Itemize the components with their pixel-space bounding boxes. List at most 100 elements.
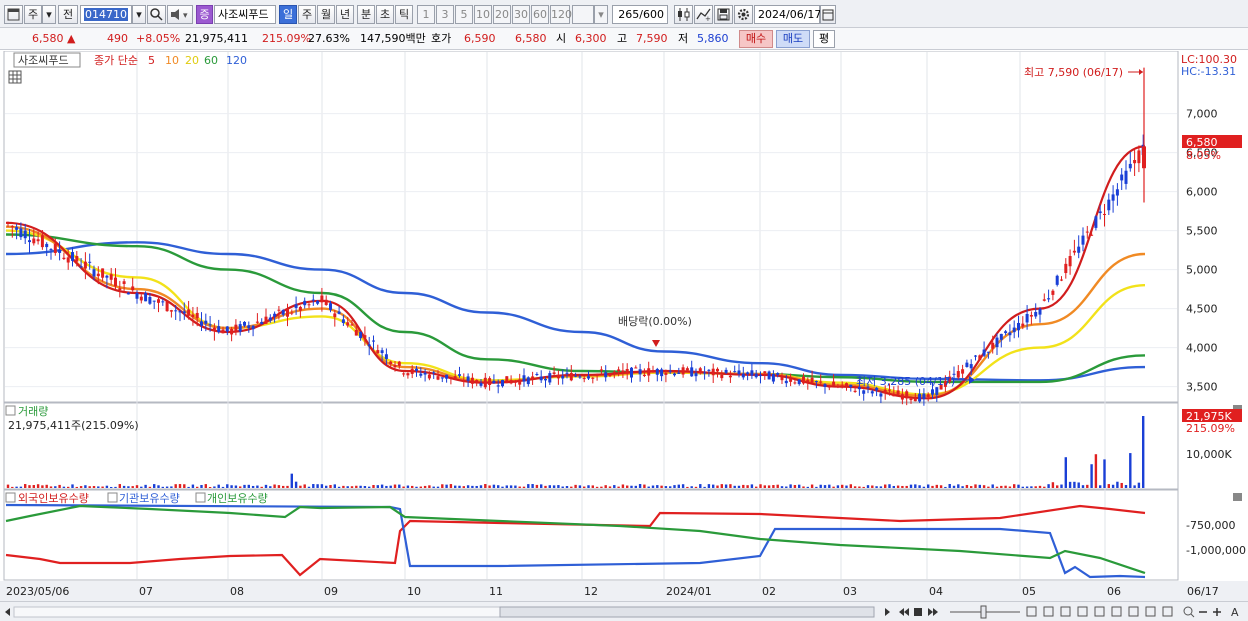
first-page-icon[interactable] bbox=[899, 608, 909, 616]
volume-bar bbox=[802, 486, 805, 488]
evaluate-button[interactable]: 평 bbox=[813, 30, 835, 48]
search-icon[interactable] bbox=[147, 5, 166, 24]
count-field[interactable]: 265/600 bbox=[612, 5, 668, 24]
chart-area[interactable]: 사조씨푸드 종가 단순 5 10 20 60 120 LC:100.30 HC:… bbox=[0, 50, 1248, 601]
legend-individual-checkbox[interactable] bbox=[195, 492, 206, 503]
tab-month[interactable]: 월 bbox=[317, 5, 335, 24]
holdings-close-icon[interactable] bbox=[1233, 493, 1242, 501]
holdings-checkbox[interactable] bbox=[5, 492, 16, 503]
volume-bar bbox=[987, 486, 990, 488]
interval-1[interactable]: 1 bbox=[417, 5, 435, 24]
draw-tool-icon[interactable]: + bbox=[694, 5, 713, 24]
save-icon[interactable] bbox=[714, 5, 733, 24]
candle-icon[interactable] bbox=[674, 5, 693, 24]
stock-code-input[interactable]: 014710 bbox=[80, 5, 132, 24]
volume-bar bbox=[325, 485, 328, 488]
candle-body bbox=[208, 324, 212, 326]
volume-bar bbox=[97, 486, 100, 488]
calendar-icon[interactable] bbox=[820, 5, 836, 24]
speaker-icon[interactable]: ▾ bbox=[167, 5, 193, 24]
volume-bar bbox=[1038, 485, 1042, 488]
candle-body bbox=[651, 371, 655, 373]
volume-bar bbox=[488, 485, 491, 488]
chevron-down-icon[interactable]: ▾ bbox=[42, 5, 56, 24]
volume-bar bbox=[884, 484, 887, 488]
volume-bar bbox=[359, 485, 362, 488]
toolbar: 주 ▾ 전 014710 ▾ ▾ 증 사조씨푸드 일 주 월 년 분 초 틱 1… bbox=[0, 0, 1248, 28]
candle-body bbox=[268, 317, 272, 321]
search-zoom-icon[interactable] bbox=[1183, 606, 1195, 618]
candle-body bbox=[720, 374, 724, 379]
last-page-icon[interactable] bbox=[928, 608, 938, 616]
volume-bar bbox=[251, 485, 255, 488]
interval-60[interactable]: 60 bbox=[531, 5, 549, 24]
candle-body bbox=[810, 377, 814, 383]
holding-tick-2: -1,000,000 bbox=[1186, 544, 1246, 557]
code-dropdown-icon[interactable]: ▾ bbox=[132, 5, 146, 24]
volume-bar bbox=[922, 486, 926, 488]
candle-body bbox=[191, 314, 195, 317]
interval-5[interactable]: 5 bbox=[455, 5, 473, 24]
candle-body bbox=[513, 380, 517, 383]
zoom-in-icon[interactable] bbox=[1213, 608, 1221, 616]
interval-30[interactable]: 30 bbox=[512, 5, 530, 24]
legend-individual: 개인보유수량 bbox=[207, 492, 268, 505]
candle-body bbox=[995, 337, 999, 348]
stock-chart[interactable]: 사조씨푸드 종가 단순 5 10 20 60 120 LC:100.30 HC:… bbox=[0, 50, 1248, 601]
buy-button[interactable]: 매수 bbox=[739, 30, 773, 48]
interval-10[interactable]: 10 bbox=[474, 5, 492, 24]
interval-120[interactable]: 120 bbox=[550, 5, 572, 24]
x-label-4: 10 bbox=[407, 585, 421, 598]
volume-bar bbox=[686, 486, 689, 488]
volume-bar bbox=[36, 484, 40, 488]
tab-second[interactable]: 초 bbox=[376, 5, 394, 24]
candle-body bbox=[539, 376, 543, 381]
font-size-icon[interactable]: A bbox=[1231, 606, 1239, 619]
stop-icon[interactable] bbox=[914, 608, 922, 616]
volume-bar bbox=[746, 485, 749, 488]
volume-bar bbox=[669, 486, 672, 488]
interval-20[interactable]: 20 bbox=[493, 5, 511, 24]
tab-minute[interactable]: 분 bbox=[357, 5, 375, 24]
scroll-left-icon[interactable] bbox=[5, 608, 10, 616]
up-arrow-icon: ▲ bbox=[67, 32, 76, 45]
layout-icons[interactable] bbox=[1026, 606, 1173, 617]
tab-year[interactable]: 년 bbox=[336, 5, 354, 24]
volume-bar bbox=[703, 486, 706, 488]
gear-icon[interactable] bbox=[734, 5, 753, 24]
tab-day[interactable]: 일 bbox=[279, 5, 297, 24]
legend-institution: 기관보유수량 bbox=[119, 492, 180, 505]
interval-custom-field[interactable] bbox=[572, 5, 594, 24]
legend-institution-checkbox[interactable] bbox=[107, 492, 118, 503]
volume-bar bbox=[909, 484, 913, 488]
volume-bar bbox=[363, 486, 367, 488]
tab-week[interactable]: 주 bbox=[298, 5, 316, 24]
volume-bar bbox=[329, 485, 332, 488]
candle-body bbox=[307, 304, 311, 306]
tab-tick[interactable]: 틱 bbox=[395, 5, 413, 24]
x-label-1: 07 bbox=[139, 585, 153, 598]
sell-button[interactable]: 매도 bbox=[776, 30, 810, 48]
volume-bar bbox=[260, 486, 263, 488]
window-icon[interactable] bbox=[4, 5, 23, 24]
candle-body bbox=[200, 321, 203, 326]
prev-button[interactable]: 전 bbox=[58, 5, 78, 24]
candle-body bbox=[406, 373, 410, 376]
candle-body bbox=[518, 379, 522, 385]
volume-bar bbox=[213, 486, 216, 488]
period-main-select[interactable]: 주 bbox=[24, 5, 42, 24]
volume-bar bbox=[41, 485, 44, 488]
scroll-right-icon[interactable] bbox=[885, 608, 890, 616]
volume-bar bbox=[140, 486, 143, 488]
table-icon[interactable] bbox=[8, 70, 22, 84]
interval-dropdown-icon[interactable]: ▾ bbox=[594, 5, 608, 24]
zoom-slider[interactable] bbox=[950, 605, 1020, 619]
volume-bar bbox=[67, 486, 70, 488]
volume-bar bbox=[15, 486, 18, 488]
date-input[interactable]: 2024/06/17 bbox=[754, 5, 821, 24]
volume-checkbox[interactable] bbox=[5, 405, 16, 416]
scrollbar-thumb[interactable] bbox=[499, 606, 875, 618]
volume-bar bbox=[574, 484, 577, 488]
interval-3[interactable]: 3 bbox=[436, 5, 454, 24]
candle-body bbox=[445, 374, 449, 379]
